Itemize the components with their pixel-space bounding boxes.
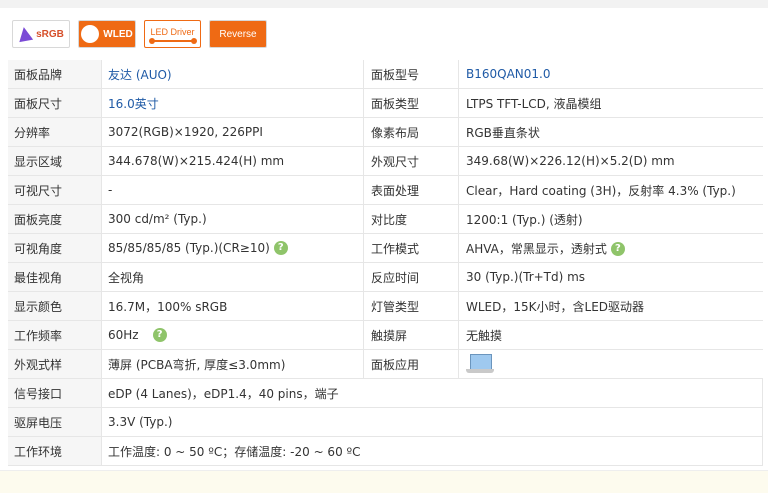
spec-value: 全视角 [101, 262, 364, 292]
table-row: 外观式样 薄屏 (PCBA弯折, 厚度≤3.0mm) 面板应用 [8, 349, 763, 379]
spec-value: 3.3V (Typ.) [101, 407, 763, 437]
spec-key: 灯管类型 [363, 291, 459, 321]
spec-value-text: AHVA，常黑显示，透射式 [466, 241, 607, 256]
spec-key: 可视尺寸 [8, 175, 102, 205]
spec-key: 面板品牌 [8, 60, 102, 89]
spec-key: 显示颜色 [8, 291, 102, 321]
wled-label: WLED [103, 28, 133, 40]
table-row: 面板亮度 300 cd/m² (Typ.) 对比度 1200:1 (Typ.) … [8, 204, 763, 234]
led-driver-label: LED Driver [150, 26, 195, 37]
spec-value: 300 cd/m² (Typ.) [101, 204, 364, 234]
spec-value: WLED，15K小时，含LED驱动器 [458, 291, 763, 321]
table-row: 显示区域 344.678(W)×215.424(H) mm 外观尺寸 349.6… [8, 146, 763, 176]
help-icon[interactable]: ? [273, 241, 288, 256]
spec-value [458, 349, 763, 379]
spec-value: eDP (4 Lanes)，eDP1.4，40 pins，端子 [101, 378, 763, 408]
spec-value: 344.678(W)×215.424(H) mm [101, 146, 364, 176]
spec-value: 85/85/85/85 (Typ.)(CR≥10)? [101, 233, 364, 263]
table-row: 驱屏电压 3.3V (Typ.) [8, 407, 763, 437]
spec-key: 工作环境 [8, 436, 102, 466]
spec-value-text: 85/85/85/85 (Typ.)(CR≥10) [108, 240, 270, 255]
led-bulb-icon [81, 25, 100, 43]
spec-key: 面板类型 [363, 88, 459, 118]
table-row: 信号接口 eDP (4 Lanes)，eDP1.4，40 pins，端子 [8, 378, 763, 408]
spec-key: 对比度 [363, 204, 459, 234]
reverse-badge: Reverse [209, 20, 267, 48]
spec-key: 驱屏电压 [8, 407, 102, 437]
spec-key: 工作模式 [363, 233, 459, 263]
table-row: 工作频率 60Hz? 触摸屏 无触摸 [8, 320, 763, 350]
reverse-label: Reverse [219, 28, 257, 40]
spec-table: 面板品牌 友达 (AUO) 面板型号 B160QAN01.0 面板尺寸 16.0… [8, 60, 763, 466]
spec-key: 表面处理 [363, 175, 459, 205]
help-icon[interactable]: ? [610, 242, 625, 256]
spec-key: 外观式样 [8, 349, 102, 379]
spec-value: 无触摸 [458, 320, 763, 350]
spec-key: 工作频率 [8, 320, 102, 350]
feature-badges: sRGB WLED LED Driver Reverse [12, 20, 267, 50]
spec-key: 反应时间 [363, 262, 459, 292]
table-row: 面板尺寸 16.0英寸 面板类型 LTPS TFT-LCD, 液晶模组 [8, 88, 763, 118]
spec-key: 像素布局 [363, 117, 459, 147]
spec-value: 16.7M，100% sRGB [101, 291, 364, 321]
spec-value: RGB垂直条状 [458, 117, 763, 147]
spec-value: 1200:1 (Typ.) (透射) [458, 204, 763, 234]
spec-value-text: 60Hz [108, 327, 139, 342]
table-row: 显示颜色 16.7M，100% sRGB 灯管类型 WLED，15K小时，含LE… [8, 291, 763, 321]
spec-value-link[interactable]: 16.0英寸 [101, 88, 364, 118]
color-gamut-icon [16, 25, 34, 43]
spec-key: 分辨率 [8, 117, 102, 147]
spec-key: 触摸屏 [363, 320, 459, 350]
spec-value: 60Hz? [101, 320, 364, 350]
wled-badge: WLED [78, 20, 136, 48]
led-driver-badge: LED Driver [144, 20, 201, 48]
spec-value: 3072(RGB)×1920, 226PPI [101, 117, 364, 147]
table-row: 分辨率 3072(RGB)×1920, 226PPI 像素布局 RGB垂直条状 [8, 117, 763, 147]
spec-value-link[interactable]: B160QAN01.0 [458, 60, 763, 89]
spec-value: 349.68(W)×226.12(H)×5.2(D) mm [458, 146, 763, 176]
top-strip [0, 0, 768, 8]
table-row: 可视角度 85/85/85/85 (Typ.)(CR≥10)? 工作模式 AHV… [8, 233, 763, 263]
spec-key: 面板型号 [363, 60, 459, 89]
spec-key: 外观尺寸 [363, 146, 459, 176]
help-icon[interactable]: ? [152, 328, 167, 343]
spec-key: 最佳视角 [8, 262, 102, 292]
spec-key: 可视角度 [8, 233, 102, 263]
spec-value: LTPS TFT-LCD, 液晶模组 [458, 88, 763, 118]
spec-key: 面板应用 [363, 349, 459, 379]
spec-key: 面板亮度 [8, 204, 102, 234]
spec-key: 面板尺寸 [8, 88, 102, 118]
table-row: 最佳视角 全视角 反应时间 30 (Typ.)(Tr+Td) ms [8, 262, 763, 292]
srgb-badge: sRGB [12, 20, 70, 48]
spec-key: 显示区域 [8, 146, 102, 176]
table-row: 工作环境 工作温度: 0 ~ 50 ºC；存储温度: -20 ~ 60 ºC [8, 436, 763, 466]
table-row: 可视尺寸 - 表面处理 Clear，Hard coating (3H)，反射率 … [8, 175, 763, 205]
table-row: 面板品牌 友达 (AUO) 面板型号 B160QAN01.0 [8, 60, 763, 89]
laptop-icon [466, 353, 494, 375]
spec-value: - [101, 175, 364, 205]
bottom-strip [0, 470, 768, 493]
spec-value: 薄屏 (PCBA弯折, 厚度≤3.0mm) [101, 349, 364, 379]
spec-value: Clear，Hard coating (3H)，反射率 4.3% (Typ.) [458, 175, 763, 205]
spec-key: 信号接口 [8, 378, 102, 408]
spec-value-link[interactable]: 友达 (AUO) [101, 60, 364, 89]
spec-value: 工作温度: 0 ~ 50 ºC；存储温度: -20 ~ 60 ºC [101, 436, 763, 466]
spec-value: AHVA，常黑显示，透射式? [458, 233, 763, 263]
srgb-label: sRGB [36, 28, 64, 40]
driver-connector-icon [148, 37, 197, 44]
spec-value: 30 (Typ.)(Tr+Td) ms [458, 262, 763, 292]
